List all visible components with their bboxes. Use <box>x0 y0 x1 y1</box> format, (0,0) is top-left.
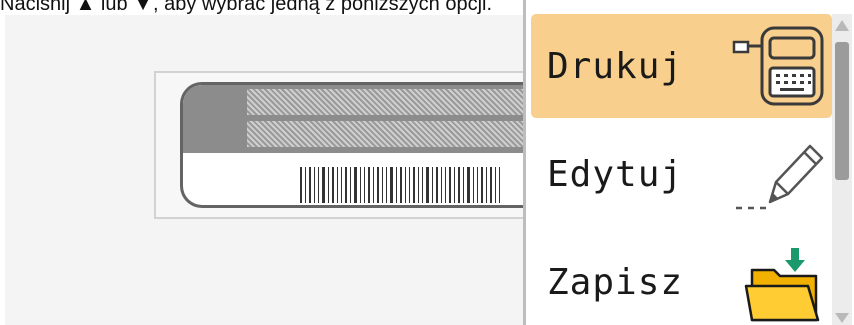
scroll-up-arrow-icon[interactable] <box>835 20 849 31</box>
instruction-text: Naciśnij ▲ lub ▼, aby wybrać jedną z pon… <box>0 0 492 14</box>
scroll-down-arrow-icon[interactable] <box>835 313 849 323</box>
label-text-line-1 <box>247 89 540 115</box>
printer-icon <box>732 26 824 106</box>
folder-save-icon <box>744 248 820 322</box>
menu-item-save[interactable]: Zapisz <box>531 230 832 325</box>
menu-item-label: Zapisz <box>547 261 684 303</box>
pencil-icon <box>736 144 824 210</box>
label-text-line-2 <box>247 121 540 147</box>
menu-item-label: Drukuj <box>547 45 684 87</box>
scroll-thumb[interactable] <box>835 42 849 180</box>
screen-root: Naciśnij ▲ lub ▼, aby wybrać jedną z pon… <box>0 0 854 325</box>
menu-item-print[interactable]: Drukuj <box>531 14 832 118</box>
menu-scrollbar[interactable] <box>832 14 852 325</box>
menu-item-label: Edytuj <box>547 153 684 195</box>
up-key-symbol: ▲ <box>75 0 96 15</box>
menu-item-edit[interactable]: Edytuj <box>531 122 832 226</box>
label-preview <box>180 82 540 208</box>
barcode <box>300 167 540 203</box>
options-menu: Drukuj Edytuj Zapisz <box>523 0 854 325</box>
